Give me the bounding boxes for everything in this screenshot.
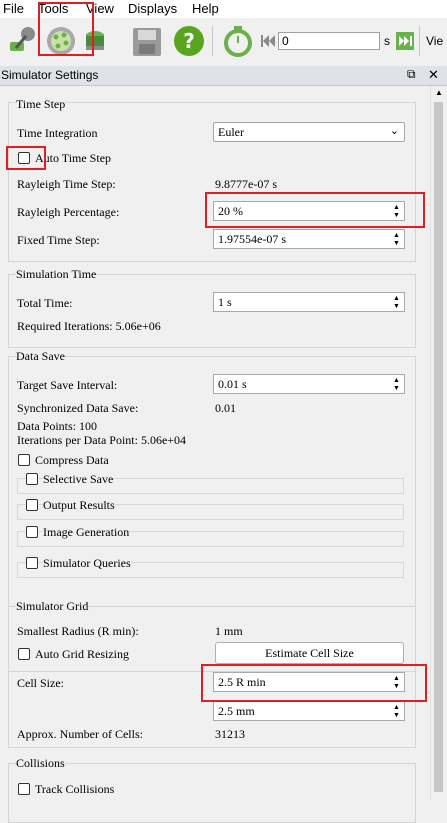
menu-tools[interactable]: Tools bbox=[38, 1, 68, 16]
simulator-queries-checkbox[interactable] bbox=[26, 557, 38, 569]
simulator-grid-title: Simulator Grid bbox=[16, 599, 89, 614]
help-icon[interactable]: ? bbox=[172, 24, 206, 58]
data-points: Data Points: 100 bbox=[17, 419, 97, 433]
required-iterations: Required Iterations: 5.06e+06 bbox=[17, 319, 161, 333]
spin-arrows-icon[interactable]: ▲ ▼ bbox=[391, 376, 403, 392]
sync-save-label: Synchronized Data Save: bbox=[17, 401, 139, 415]
selective-save-checkbox[interactable] bbox=[26, 473, 38, 485]
spin-arrows-icon[interactable]: ▲ ▼ bbox=[391, 294, 403, 310]
total-time-value: 1 s bbox=[218, 295, 232, 309]
save-interval-label: Target Save Interval: bbox=[17, 378, 118, 392]
toolbar: ? 0 s Vie bbox=[0, 18, 447, 66]
cell-size-mm-spinbox[interactable]: 2.5 mm ▲ ▼ bbox=[213, 701, 405, 721]
svg-text:?: ? bbox=[183, 29, 195, 53]
rayleigh-percentage-value: 20 % bbox=[218, 204, 243, 218]
selective-save-label: Selective Save bbox=[43, 472, 114, 487]
save-icon[interactable] bbox=[130, 24, 164, 58]
cell-size-mm-value: 2.5 mm bbox=[218, 704, 255, 718]
collisions-title: Collisions bbox=[16, 756, 65, 771]
spin-arrows-icon[interactable]: ▲ ▼ bbox=[391, 674, 403, 690]
cell-size-label: Cell Size: bbox=[17, 676, 64, 690]
menu-view[interactable]: View bbox=[86, 1, 114, 16]
image-generation-checkbox[interactable] bbox=[26, 526, 38, 538]
estimate-cell-size-button[interactable]: Estimate Cell Size bbox=[215, 642, 404, 664]
sync-save-value: 0.01 bbox=[215, 401, 236, 415]
fast-forward-icon[interactable] bbox=[396, 32, 414, 50]
menu-help[interactable]: Help bbox=[192, 1, 219, 16]
cells-count-value: 31213 bbox=[215, 727, 245, 741]
menu-bar: File Tools View Displays Help bbox=[0, 0, 447, 18]
close-icon[interactable]: ✕ bbox=[428, 67, 439, 83]
auto-time-step-label: Auto Time Step bbox=[35, 151, 112, 165]
simulator-settings-icon[interactable] bbox=[44, 24, 78, 58]
time-integration-select[interactable]: Euler ⌄ bbox=[213, 122, 405, 142]
auto-grid-label: Auto Grid Resizing bbox=[35, 647, 129, 661]
panel-title: Simulator Settings bbox=[1, 68, 99, 82]
fixed-step-label: Fixed Time Step: bbox=[17, 233, 100, 247]
image-generation-label: Image Generation bbox=[43, 525, 130, 540]
view-toolbar-label[interactable]: Vie bbox=[426, 34, 443, 48]
scrollbar[interactable]: ▲ bbox=[430, 86, 447, 800]
smallest-radius-label: Smallest Radius (R min): bbox=[17, 624, 139, 638]
total-time-label: Total Time: bbox=[17, 296, 73, 310]
settings-content: Time Step Time Integration Euler ⌄ Auto … bbox=[0, 86, 430, 823]
save-interval-value: 0.01 s bbox=[218, 377, 247, 391]
output-results-checkbox[interactable] bbox=[26, 499, 38, 511]
rewind-icon[interactable] bbox=[259, 32, 277, 50]
data-save-title: Data Save bbox=[16, 349, 65, 364]
rayleigh-step-value: 9.8777e-07 s bbox=[215, 177, 277, 191]
time-integration-label: Time Integration bbox=[17, 126, 98, 140]
smallest-radius-value: 1 mm bbox=[215, 624, 243, 638]
track-collisions-label: Track Collisions bbox=[35, 782, 115, 796]
chevron-down-icon: ⌄ bbox=[389, 125, 399, 137]
auto-grid-checkbox[interactable] bbox=[18, 648, 30, 660]
time-input[interactable]: 0 bbox=[278, 32, 380, 50]
track-collisions-checkbox[interactable] bbox=[18, 783, 30, 795]
total-time-spinbox[interactable]: 1 s ▲ ▼ bbox=[213, 292, 405, 312]
menu-displays[interactable]: Displays bbox=[128, 1, 177, 16]
time-step-title: Time Step bbox=[16, 97, 66, 112]
rayleigh-step-label: Rayleigh Time Step: bbox=[17, 177, 116, 191]
material-icon[interactable] bbox=[82, 24, 116, 58]
rayleigh-percentage-spinbox[interactable]: 20 % ▲ ▼ bbox=[213, 201, 405, 221]
cells-count-label: Approx. Number of Cells: bbox=[17, 727, 143, 741]
spin-arrows-icon[interactable]: ▲ ▼ bbox=[391, 703, 403, 719]
select-tool-icon[interactable] bbox=[4, 24, 38, 58]
iterations-per-point: Iterations per Data Point: 5.06e+04 bbox=[17, 433, 187, 447]
simulation-time-title: Simulation Time bbox=[16, 267, 97, 282]
fixed-step-value: 1.97554e-07 s bbox=[218, 232, 286, 246]
time-unit: s bbox=[384, 34, 390, 48]
simulator-queries-label: Simulator Queries bbox=[43, 556, 131, 571]
spin-arrows-icon[interactable]: ▲ ▼ bbox=[391, 203, 403, 219]
scroll-up-icon[interactable]: ▲ bbox=[435, 88, 443, 97]
menu-file[interactable]: File bbox=[3, 1, 24, 16]
cell-size-spinbox[interactable]: 2.5 R min ▲ ▼ bbox=[213, 672, 405, 692]
stopwatch-icon[interactable] bbox=[221, 24, 255, 58]
auto-time-step-checkbox[interactable] bbox=[18, 152, 30, 164]
cell-size-value: 2.5 R min bbox=[218, 675, 266, 689]
float-icon[interactable]: ⧉ bbox=[407, 67, 416, 82]
time-integration-value: Euler bbox=[218, 125, 244, 139]
save-interval-spinbox[interactable]: 0.01 s ▲ ▼ bbox=[213, 374, 405, 394]
compress-data-label: Compress Data bbox=[35, 453, 109, 467]
fixed-step-spinbox[interactable]: 1.97554e-07 s ▲ ▼ bbox=[213, 229, 405, 249]
panel-header: Simulator Settings ⧉ ✕ bbox=[0, 66, 447, 86]
rayleigh-percentage-label: Rayleigh Percentage: bbox=[17, 205, 120, 219]
scroll-thumb[interactable] bbox=[434, 102, 443, 792]
spin-arrows-icon[interactable]: ▲ ▼ bbox=[391, 231, 403, 247]
compress-data-checkbox[interactable] bbox=[18, 454, 30, 466]
output-results-label: Output Results bbox=[43, 498, 115, 513]
